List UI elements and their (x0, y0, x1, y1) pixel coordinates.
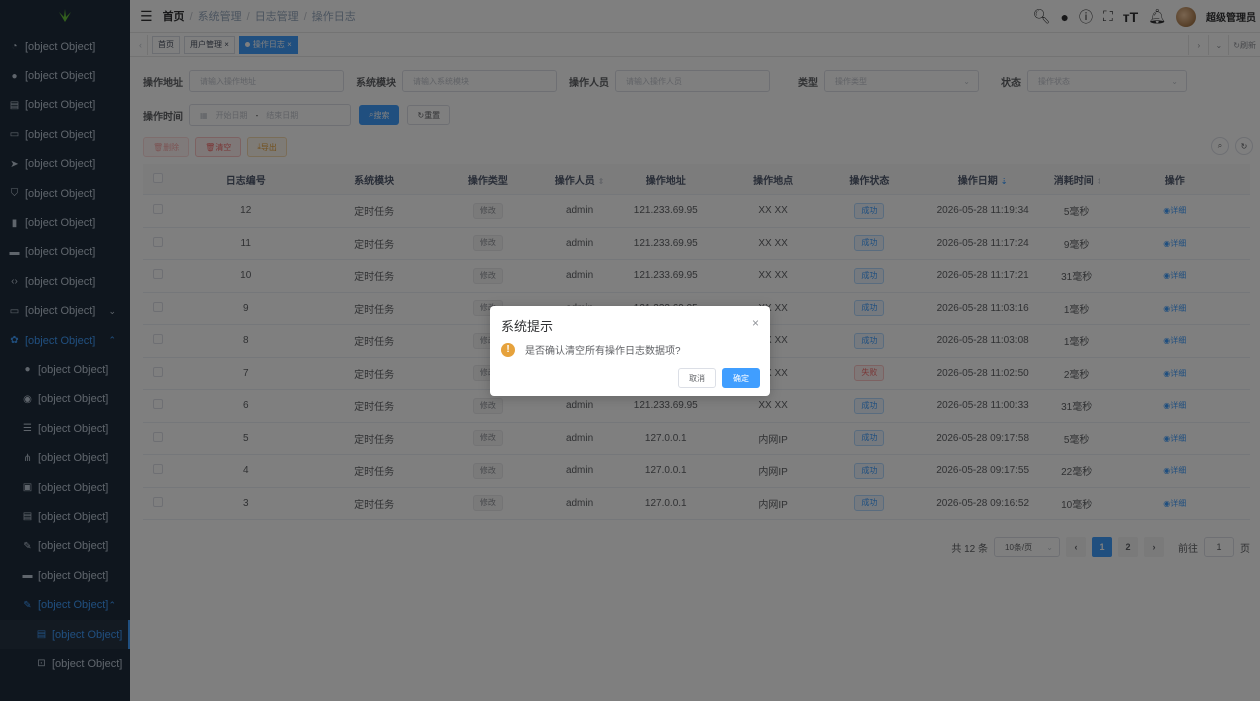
close-icon[interactable]: × (752, 316, 759, 330)
warning-icon: ! (501, 342, 515, 357)
confirm-button[interactable]: 确定 (722, 368, 760, 388)
cancel-button[interactable]: 取消 (678, 368, 716, 388)
dialog-title: 系统提示 (501, 319, 554, 334)
dialog-message: 是否确认清空所有操作日志数据项? (525, 346, 681, 357)
confirm-dialog: 系统提示 × ! 是否确认清空所有操作日志数据项? 取消 确定 (490, 306, 770, 396)
